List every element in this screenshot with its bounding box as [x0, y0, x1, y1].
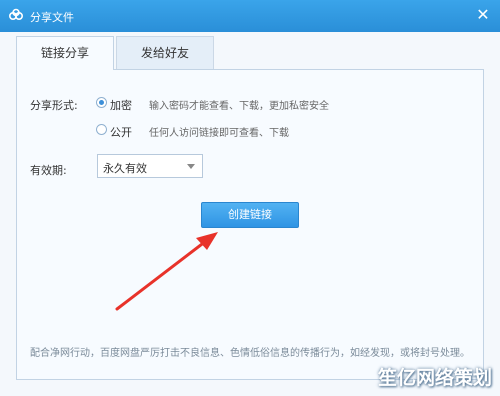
chevron-down-icon[interactable]	[187, 164, 195, 169]
option-encrypted-description: 输入密码才能查看、下载，更加私密安全	[149, 101, 329, 112]
radio-encrypted[interactable]	[96, 97, 107, 108]
tab-send-to-friends[interactable]: 发给好友	[116, 36, 214, 69]
share-form-label: 分享形式:	[30, 99, 78, 112]
option-public-description: 任何人访问链接即可查看、下载	[149, 128, 289, 139]
cloud-logo-icon	[8, 8, 24, 21]
option-public-label[interactable]: 公开	[110, 124, 132, 140]
tab-link-share[interactable]: 链接分享	[16, 36, 114, 70]
validity-select-value: 永久有效	[103, 162, 147, 175]
watermark: 笙亿网络策划	[377, 367, 492, 389]
validity-select[interactable]: 永久有效	[97, 154, 203, 178]
option-encrypted-label[interactable]: 加密	[110, 97, 132, 113]
close-button[interactable]: ✕	[472, 4, 494, 26]
title-bar: 分享文件 ✕	[0, 0, 500, 32]
create-link-button[interactable]: 创建链接	[201, 202, 299, 228]
footer-notice: 配合净网行动，百度网盘严厉打击不良信息、色情低俗信息的传播行为，如经发现，或将封…	[30, 348, 470, 359]
radio-public[interactable]	[96, 124, 107, 135]
validity-label: 有效期:	[30, 164, 67, 177]
window-title: 分享文件	[30, 11, 74, 24]
close-icon[interactable]: ✕	[476, 5, 489, 24]
